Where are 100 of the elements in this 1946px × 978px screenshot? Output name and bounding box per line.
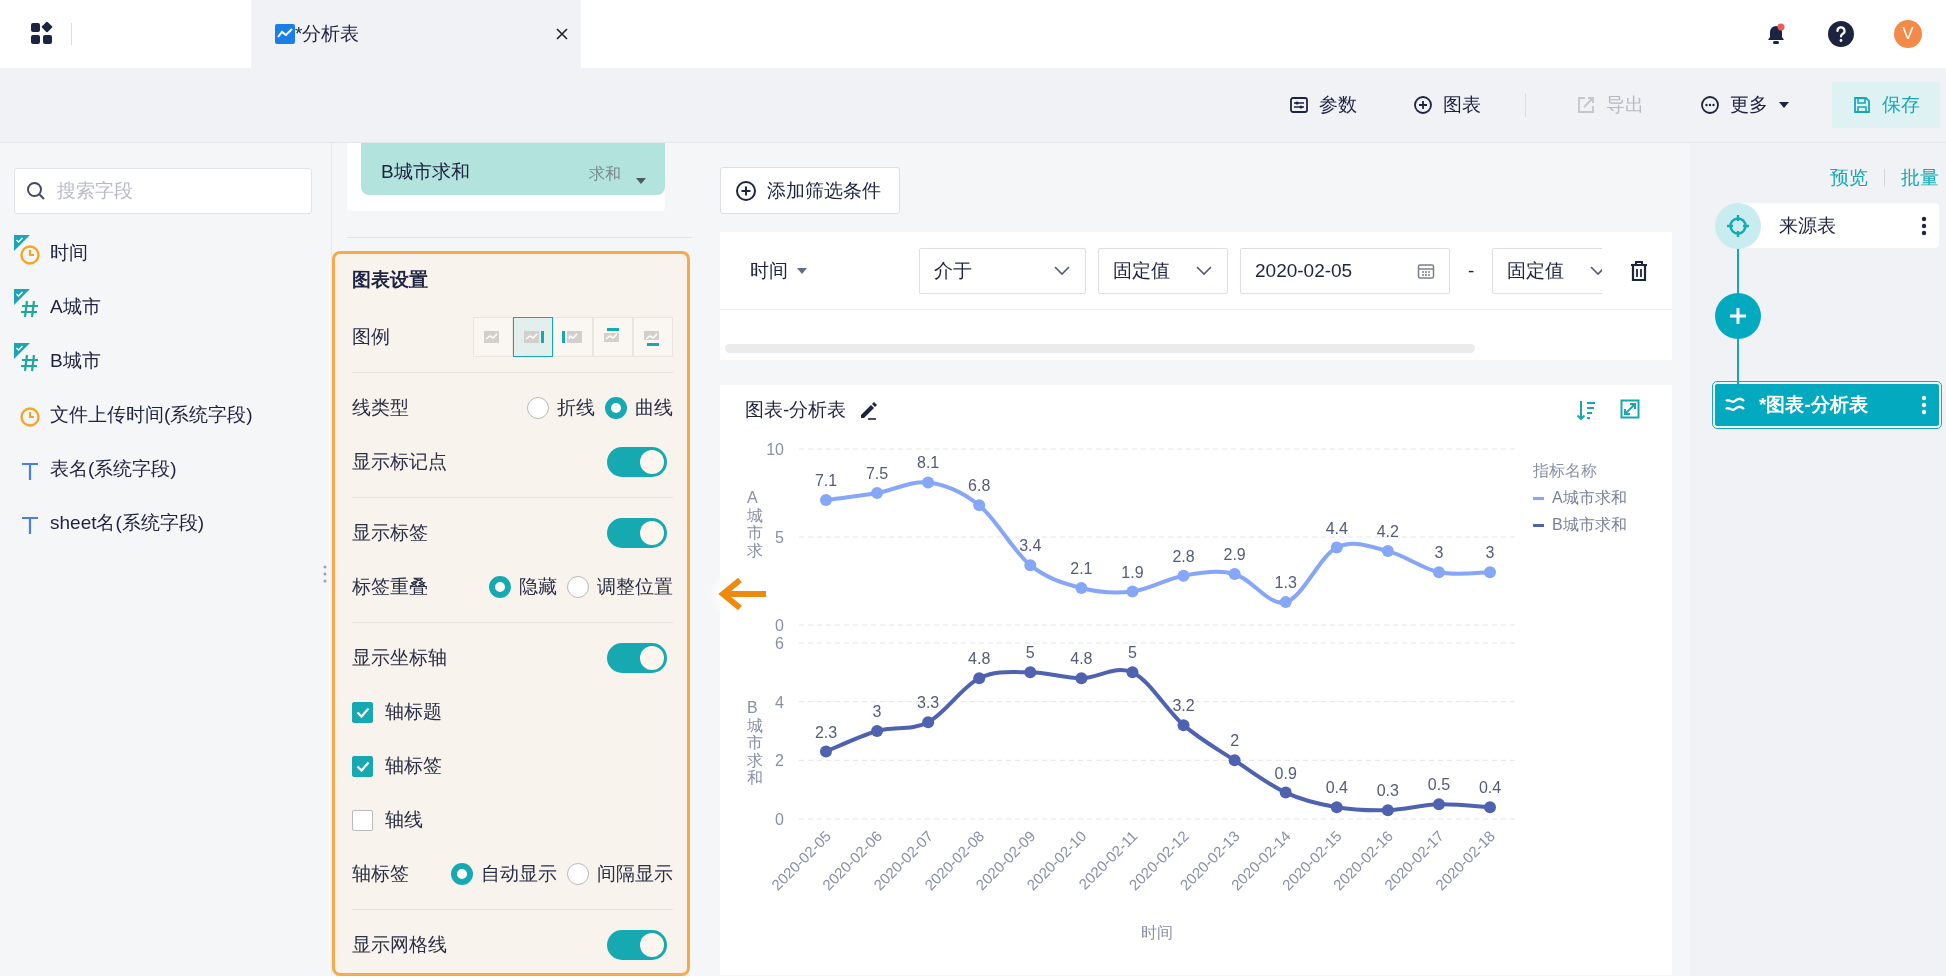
date-field[interactable]: 2020-02-05	[1240, 247, 1450, 294]
close-icon	[555, 27, 569, 41]
axis-tick-label: 10	[766, 441, 784, 458]
data-label: 4.8	[968, 650, 991, 668]
mode-dropdown[interactable]: 固定值	[1492, 247, 1603, 294]
data-label: 4.2	[1376, 523, 1399, 541]
radio-option[interactable]: 曲线	[605, 395, 673, 421]
radio-button[interactable]	[567, 576, 589, 598]
data-label: 7.5	[865, 465, 889, 482]
checkbox[interactable]	[352, 755, 373, 777]
fullscreen-icon[interactable]	[1620, 399, 1640, 419]
toggle-switch[interactable]	[607, 518, 667, 548]
legend-position-option[interactable]	[513, 317, 553, 357]
mode-dropdown[interactable]: 固定值	[1098, 247, 1228, 294]
radio-option[interactable]: 折线	[527, 395, 595, 421]
setting-label: 显示标记点	[352, 450, 447, 474]
plus-icon	[1728, 306, 1748, 326]
metric-chip[interactable]: B城市求和 求和	[361, 143, 665, 195]
field-name[interactable]: 表名(系统字段)	[50, 456, 177, 482]
radio-button[interactable]	[605, 397, 627, 419]
toggle-switch[interactable]	[607, 643, 667, 673]
radio-option[interactable]: 自动显示	[451, 861, 557, 887]
data-label: 3.3	[917, 694, 940, 712]
data-point	[1279, 786, 1292, 799]
field-name[interactable]: 时间	[50, 240, 88, 266]
legend-item[interactable]: B城市求和	[1533, 515, 1627, 536]
data-point	[973, 499, 986, 512]
field-name[interactable]: A城市	[50, 294, 101, 320]
panel-title: 图表设置	[352, 267, 429, 292]
data-label: 2.9	[1223, 545, 1246, 563]
radio-button[interactable]	[451, 863, 473, 885]
data-point	[1177, 569, 1190, 582]
app-grid-icon	[30, 22, 54, 46]
field-name[interactable]: B城市	[50, 348, 101, 374]
setting-label: 轴标签	[352, 862, 409, 886]
data-label: 0.4	[1478, 779, 1502, 797]
more-button[interactable]: 更多	[1694, 82, 1796, 128]
toggle-switch[interactable]	[607, 930, 667, 960]
data-point	[922, 476, 935, 489]
sort-icon[interactable]	[1576, 399, 1596, 421]
params-button[interactable]: 参数	[1283, 82, 1363, 128]
radio-button[interactable]	[567, 863, 589, 885]
add-button[interactable]: 图表	[1407, 82, 1487, 128]
checkbox[interactable]	[352, 809, 373, 831]
data-point	[1279, 596, 1292, 609]
data-label: 5	[1128, 644, 1137, 662]
radio-button[interactable]	[527, 397, 549, 419]
trash-icon[interactable]	[1629, 259, 1650, 282]
radio-option[interactable]: 间隔显示	[567, 861, 673, 887]
radio-button[interactable]	[489, 576, 511, 598]
setting-label: 标签重叠	[352, 575, 428, 599]
data-point	[922, 716, 935, 729]
setting-label: 线类型	[352, 396, 409, 420]
data-label: 4.4	[1325, 519, 1348, 537]
more-vertical-icon[interactable]	[1921, 215, 1927, 236]
export-icon	[1576, 95, 1596, 115]
data-point	[1432, 566, 1445, 579]
setting-label: 显示坐标轴	[352, 646, 447, 670]
add-step-button[interactable]	[1715, 293, 1761, 339]
add-filter-button[interactable]: 添加筛选条件	[720, 167, 900, 214]
setting-label: 轴标题	[385, 700, 442, 724]
check-icon	[355, 760, 370, 772]
edit-pen-icon	[858, 400, 879, 420]
data-label: 0.4	[1325, 779, 1348, 797]
data-point	[1075, 582, 1088, 595]
axis-tick-label: 0	[775, 811, 784, 828]
data-point	[973, 672, 986, 685]
chart-thumbnail-icon	[562, 328, 584, 346]
data-point	[1330, 801, 1343, 814]
field-name[interactable]: sheet名(系统字段)	[50, 510, 205, 536]
filter-field-dropdown[interactable]: 时间	[750, 257, 919, 284]
field-name[interactable]: 文件上传时间(系统字段)	[50, 402, 253, 428]
search-field[interactable]: 搜索字段	[14, 168, 312, 214]
data-label: 7.1	[814, 472, 838, 490]
legend-item[interactable]: A城市求和	[1533, 488, 1627, 509]
data-label: 3	[1485, 544, 1495, 562]
data-point	[820, 494, 832, 507]
setting-label: 轴标签	[385, 754, 442, 778]
chevron-down-icon	[1195, 265, 1213, 276]
checkbox[interactable]	[352, 701, 373, 723]
toggle-switch[interactable]	[607, 447, 667, 477]
data-label: 1.3	[1274, 574, 1297, 592]
sliders-icon	[1289, 95, 1309, 115]
chart-title: 图表-分析表	[745, 398, 847, 422]
setting-label: 显示标签	[352, 521, 428, 545]
radio-option[interactable]: 调整位置	[567, 574, 673, 600]
data-label: 0.3	[1376, 782, 1399, 800]
data-point	[1432, 798, 1445, 811]
axis-title: 时间	[1141, 924, 1173, 941]
radio-option[interactable]: 隐藏	[489, 574, 557, 600]
operator-dropdown[interactable]: 介于	[919, 247, 1086, 294]
calendar-icon	[1417, 261, 1435, 280]
data-label: 4.8	[1070, 650, 1093, 668]
plus-circle-icon	[735, 179, 757, 202]
data-label: 3	[872, 703, 882, 720]
flow-node[interactable]: 来源表	[1715, 203, 1939, 248]
document-tab[interactable]: *分析表	[251, 0, 581, 68]
data-point	[1126, 585, 1139, 598]
axis-tick-label: 5	[775, 529, 784, 546]
range-separator: -	[1468, 259, 1475, 282]
